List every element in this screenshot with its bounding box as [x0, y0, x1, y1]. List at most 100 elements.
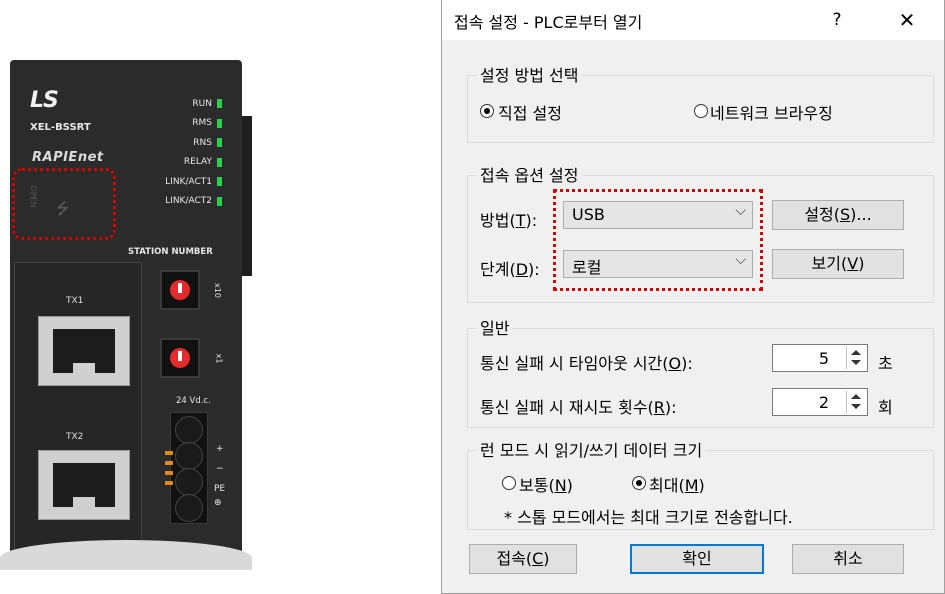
led-indicator — [217, 157, 222, 167]
spinner-arrows-icon[interactable] — [846, 391, 865, 413]
terminal-tab — [165, 471, 173, 475]
timeout-label: 통신 실패 시 타임아웃 시간(O): — [480, 350, 693, 374]
ls-logo: LS — [30, 88, 59, 113]
label-text: 단계( — [480, 260, 516, 279]
combo-highlight — [553, 189, 763, 291]
label-text: 보기( — [811, 254, 848, 273]
label-key: T — [515, 211, 526, 230]
power-terminal-block — [165, 412, 208, 524]
led-indicator — [217, 99, 222, 109]
radio-network[interactable] — [694, 104, 708, 118]
ground-icon: ⊕ — [214, 498, 222, 508]
label-key: M — [684, 476, 699, 495]
label-text: 통신 실패 시 재시도 횟수( — [480, 398, 654, 417]
dial-label-x1: x1 — [214, 353, 224, 364]
ok-button[interactable]: 확인 — [630, 544, 764, 574]
radio-max-label[interactable]: 최대(M) — [649, 472, 705, 496]
usb-highlight — [12, 168, 116, 240]
retry-spinner[interactable]: 2 — [772, 388, 868, 416]
data-size-group-label: 런 모드 시 읽기/쓰기 데이터 크기 — [477, 437, 706, 461]
terminal-tab — [165, 451, 173, 455]
dialog-title: 접속 설정 - PLC로부터 열기 — [454, 13, 643, 32]
terminal-screw — [175, 468, 203, 496]
terminal-screw — [175, 442, 203, 470]
connection-settings-dialog: 접속 설정 - PLC로부터 열기 ? ✕ 설정 방법 선택 직접 설정 네트워… — [441, 0, 945, 594]
label-text: 통신 실패 시 타임아웃 시간( — [480, 354, 669, 373]
dial-label-x10: x10 — [212, 283, 222, 298]
label-text: 보통( — [519, 476, 555, 495]
method-group-label: 설정 방법 선택 — [477, 62, 582, 86]
led-indicator — [217, 177, 222, 187]
label-text: 최대( — [649, 476, 685, 495]
timeout-value: 5 — [818, 349, 829, 368]
station-number-label: STATION NUMBER — [128, 247, 213, 257]
terminal-tab — [165, 461, 173, 465]
connect-button[interactable]: 접속(C) — [469, 544, 577, 574]
general-group-label: 일반 — [477, 315, 513, 339]
led-indicator — [217, 118, 222, 128]
label-key: C — [532, 549, 544, 568]
stop-mode-note: * 스톱 모드에서는 최대 크기로 전송합니다. — [504, 508, 793, 527]
method-label: 방법(T): — [480, 207, 537, 231]
label-text: ): — [525, 211, 538, 230]
retry-label: 통신 실패 시 재시도 횟수(R): — [480, 394, 677, 418]
tx1-label: TX1 — [66, 296, 84, 306]
label-text: 방법( — [480, 211, 516, 230]
retry-unit: 회 — [878, 398, 893, 417]
radio-normal-label[interactable]: 보통(N) — [519, 472, 573, 496]
radio-network-label[interactable]: 네트워크 브라우징 — [710, 100, 833, 124]
terminal-plus-label: + — [216, 444, 224, 454]
label-key: S — [840, 205, 851, 224]
terminal-screw — [175, 416, 203, 444]
radio-normal[interactable] — [502, 476, 516, 490]
led-rns: RNS — [82, 133, 222, 153]
retry-value: 2 — [818, 393, 829, 412]
spinner-arrows-icon[interactable] — [846, 347, 865, 369]
timeout-unit: 초 — [878, 354, 893, 373]
plc-side-strip — [242, 116, 252, 276]
settings-button[interactable]: 설정(S)... — [772, 200, 904, 230]
label-text: ): — [681, 354, 693, 373]
options-group-label: 접속 옵션 설정 — [477, 162, 582, 186]
led-run: RUN — [82, 94, 222, 114]
dial-knob — [170, 348, 190, 368]
spinner-up[interactable] — [851, 350, 861, 355]
label-text: ): — [664, 398, 677, 417]
terminal-minus-label: − — [216, 464, 224, 474]
label-text: ) — [698, 476, 705, 495]
label-text: ): — [528, 260, 540, 279]
cancel-button[interactable]: 취소 — [792, 544, 904, 574]
led-label: RUN — [192, 98, 212, 109]
dial-knob — [170, 280, 190, 300]
station-dial-x10 — [160, 270, 200, 310]
led-label: RELAY — [183, 157, 212, 168]
plc-device-image: LS XEL-BSSRT RAPIEnet RUN RMS RNS RELAY … — [0, 60, 252, 570]
led-indicator — [217, 138, 222, 148]
close-button[interactable]: ✕ — [882, 4, 932, 36]
rj45-port-tx1 — [38, 316, 130, 386]
led-label: RNS — [193, 137, 212, 148]
terminal-tab — [165, 481, 173, 485]
spinner-down[interactable] — [851, 360, 861, 365]
help-button[interactable]: ? — [817, 4, 857, 36]
led-label: RMS — [192, 118, 212, 129]
radio-direct[interactable] — [480, 104, 494, 118]
radio-max[interactable] — [632, 476, 646, 490]
radio-direct-label[interactable]: 직접 설정 — [498, 100, 562, 124]
tx2-label: TX2 — [66, 432, 84, 442]
spinner-up[interactable] — [851, 394, 861, 399]
label-text: 접속( — [496, 549, 533, 568]
rj45-socket — [53, 329, 115, 373]
led-label: LINK/ACT2 — [165, 196, 212, 207]
label-key: R — [653, 398, 665, 417]
terminal-screw — [175, 494, 203, 522]
led-rms: RMS — [82, 114, 222, 134]
timeout-spinner[interactable]: 5 — [772, 344, 868, 372]
label-key: D — [515, 260, 529, 279]
spinner-down[interactable] — [851, 404, 861, 409]
rj45-port-tx2 — [38, 450, 130, 520]
led-label: LINK/ACT1 — [165, 176, 212, 187]
title-bar: 접속 설정 - PLC로부터 열기 ? ✕ — [442, 0, 944, 40]
view-button[interactable]: 보기(V) — [772, 249, 904, 279]
level-label: 단계(D): — [480, 256, 540, 280]
